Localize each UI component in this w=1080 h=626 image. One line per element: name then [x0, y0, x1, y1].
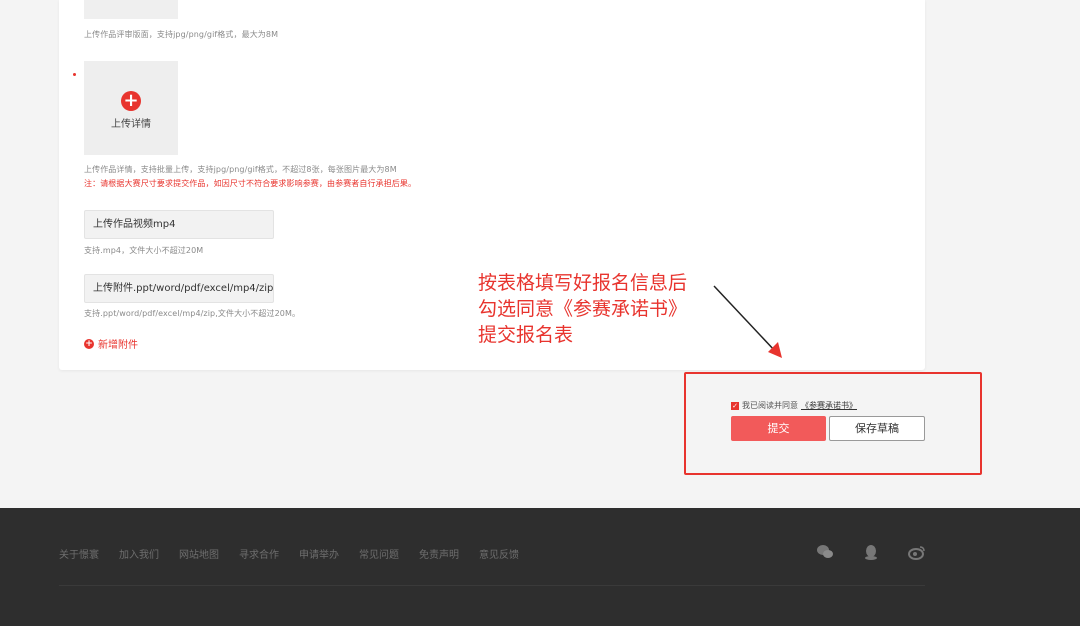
instruction-annotation: 按表格填写好报名信息后 勾选同意《参赛承诺书》 提交报名表 — [478, 270, 687, 348]
footer-link-disclaimer[interactable]: 免责声明 — [419, 546, 459, 561]
footer-divider — [59, 585, 925, 586]
agreement-row: ✓ 我已阅读并同意 《参赛承诺书》 — [731, 400, 857, 411]
annotation-line-1: 按表格填写好报名信息后 — [478, 272, 688, 294]
save-draft-button[interactable]: 保存草稿 — [829, 416, 925, 441]
video-upload-hint: 支持.mp4，文件大小不超过20M — [84, 246, 204, 255]
footer-link-faq[interactable]: 常见问题 — [359, 546, 399, 561]
plus-circle-icon: + — [84, 338, 94, 349]
detail-upload-label: 上传详情 — [111, 119, 151, 130]
footer: 关于憬寰 加入我们 网站地图 寻求合作 申请举办 常见问题 免责声明 意见反馈 — [0, 508, 1080, 626]
qq-icon[interactable] — [862, 544, 880, 560]
footer-link-about[interactable]: 关于憬寰 — [59, 546, 99, 561]
footer-links: 关于憬寰 加入我们 网站地图 寻求合作 申请举办 常见问题 免责声明 意见反馈 — [59, 546, 539, 561]
cover-upload-hint: 上传作品评审版面，支持jpg/png/gif格式，最大为8M — [84, 30, 279, 39]
required-marker — [73, 73, 76, 76]
upload-video-button[interactable]: 上传作品视频mp4 — [84, 210, 274, 239]
annotation-arrow-icon — [713, 285, 782, 358]
submit-button[interactable]: 提交 — [731, 416, 826, 441]
footer-link-sitemap[interactable]: 网站地图 — [179, 546, 219, 561]
footer-link-join[interactable]: 加入我们 — [119, 546, 159, 561]
wechat-icon[interactable] — [816, 544, 834, 560]
add-circle-icon: + — [121, 91, 141, 111]
footer-social-icons — [816, 544, 926, 560]
attachment-upload-hint: 支持.ppt/word/pdf/excel/mp4/zip,文件大小不超过20M… — [84, 309, 301, 318]
footer-link-feedback[interactable]: 意见反馈 — [479, 546, 519, 561]
detail-upload-box[interactable]: + 上传详情 — [84, 61, 178, 155]
page: 上传作品评审版面，支持jpg/png/gif格式，最大为8M + 上传详情 上传… — [0, 0, 1080, 626]
annotation-line-3: 提交报名表 — [478, 324, 574, 346]
agreement-link[interactable]: 《参赛承诺书》 — [801, 400, 857, 411]
cover-upload-thumbnail[interactable] — [84, 0, 178, 19]
footer-link-cooperation[interactable]: 寻求合作 — [239, 546, 279, 561]
upload-attachment-button[interactable]: 上传附件.ppt/word/pdf/excel/mp4/zip — [84, 274, 274, 303]
agreement-checkbox[interactable]: ✓ — [731, 401, 739, 410]
footer-link-host[interactable]: 申请举办 — [299, 546, 339, 561]
agreement-text: 我已阅读并同意 — [742, 401, 798, 410]
detail-upload-hint: 上传作品详情，支持批量上传，支持jpg/png/gif格式，不超过8张，每张图片… — [84, 165, 397, 174]
annotation-line-2: 勾选同意《参赛承诺书》 — [478, 298, 688, 320]
add-attachment-button[interactable]: + 新增附件 — [84, 336, 138, 351]
add-attachment-label: 新增附件 — [98, 340, 138, 351]
detail-upload-note: 注：请根据大赛尺寸要求提交作品，如因尺寸不符合要求影响参赛，由参赛者自行承担后果… — [84, 179, 417, 188]
weibo-icon[interactable] — [908, 544, 926, 560]
